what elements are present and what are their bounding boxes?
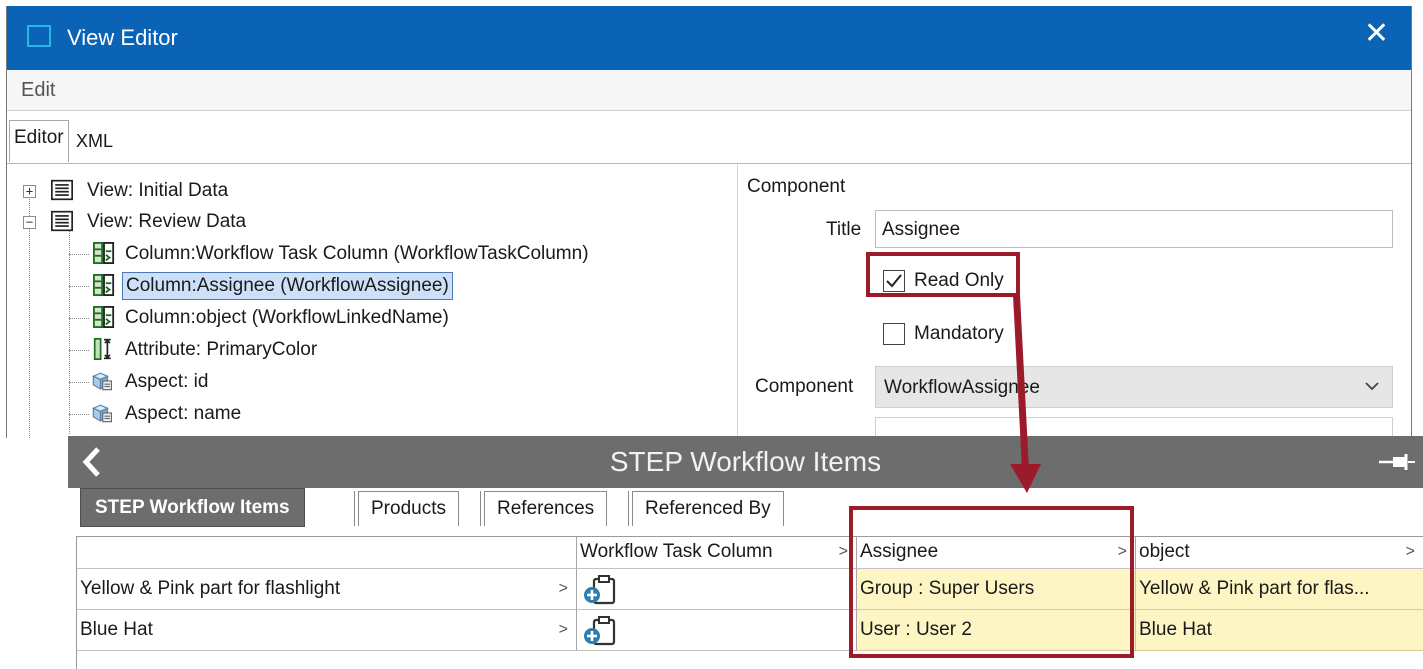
annotation-arrow — [1010, 295, 1041, 493]
